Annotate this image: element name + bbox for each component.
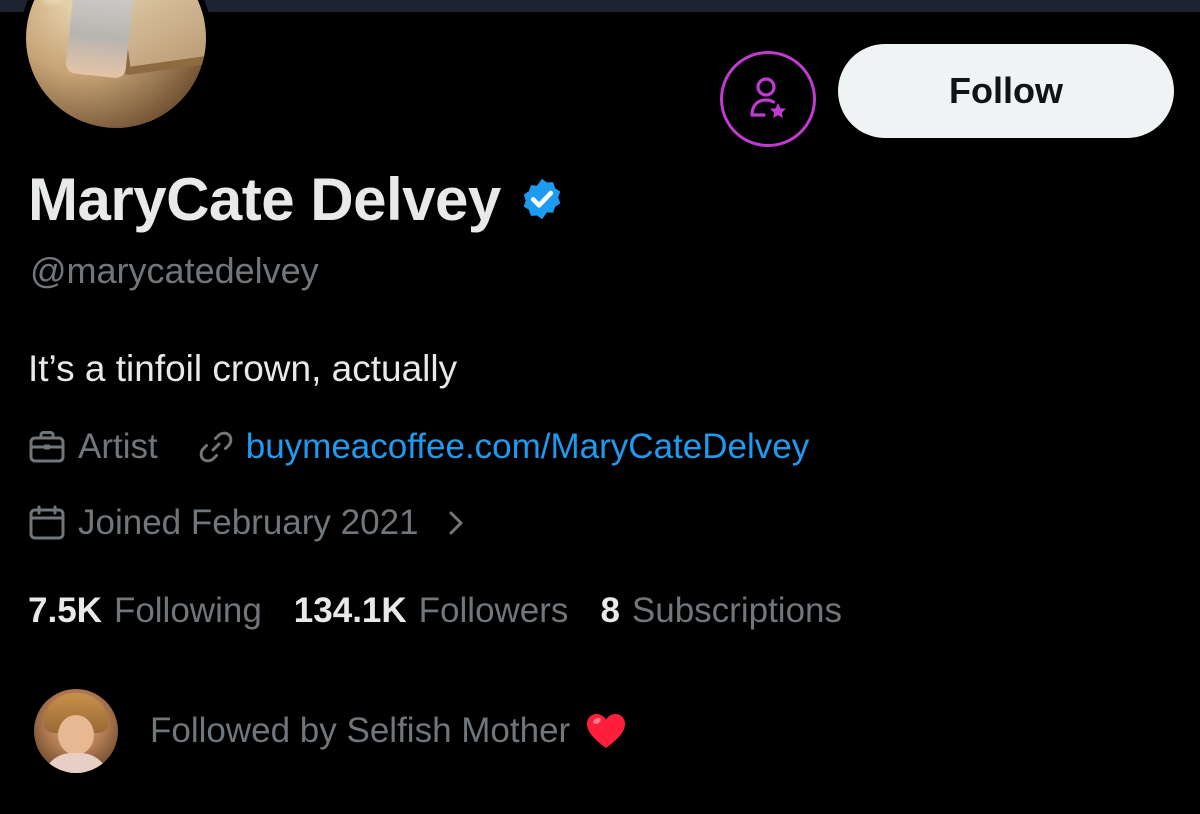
display-name-row: MaryCate Delvey	[28, 165, 565, 233]
link-icon	[199, 431, 233, 463]
profile-joined[interactable]: Joined February 2021	[28, 503, 465, 543]
heart-icon	[587, 714, 626, 748]
follower-avatar-shirt	[42, 753, 110, 773]
subscriptions-stat[interactable]: 8 Subscriptions	[600, 591, 842, 631]
person-star-icon	[750, 77, 786, 118]
subscriptions-count: 8	[600, 591, 620, 630]
website-link[interactable]: buymeacoffee.com/MaryCateDelvey	[246, 427, 810, 467]
profile-meta-row: Artist buymeacoffee.com/MaryCateDelvey	[28, 424, 809, 470]
followers-label: Followers	[418, 591, 569, 630]
profile-avatar[interactable]	[20, 0, 212, 134]
briefcase-icon	[29, 431, 65, 463]
profile-website[interactable]: buymeacoffee.com/MaryCateDelvey	[198, 427, 810, 467]
profile-bio: It’s a tinfoil crown, actually	[28, 348, 458, 389]
profile-category: Artist	[28, 427, 158, 467]
followed-by-label: Followed by Selfish Mother	[150, 711, 571, 750]
calendar-icon	[29, 505, 65, 540]
verified-badge-icon[interactable]	[519, 176, 565, 222]
category-label: Artist	[78, 427, 158, 466]
profile-joined-row[interactable]: Joined February 2021	[28, 500, 465, 546]
followed-by-text[interactable]: Followed by Selfish Mother	[150, 711, 628, 751]
avatar-photo-light	[32, 0, 72, 8]
avatar-photo-person	[65, 0, 135, 79]
joined-date: Joined February 2021	[78, 503, 419, 542]
follower-avatar-face	[58, 715, 94, 755]
chevron-right-icon	[449, 511, 462, 535]
following-label: Following	[113, 591, 262, 630]
followers-count: 134.1K	[293, 591, 407, 630]
profile-stats: 7.5K Following 134.1K Followers 8 Subscr…	[28, 588, 842, 634]
profile-handle: @marycatedelvey	[30, 250, 319, 291]
follow-button[interactable]: Follow	[838, 44, 1174, 138]
subscribe-button[interactable]	[720, 51, 816, 147]
followers-stat[interactable]: 134.1K Followers	[294, 591, 569, 631]
follower-avatar[interactable]	[34, 689, 118, 773]
subscriptions-label: Subscriptions	[631, 591, 843, 630]
following-stat[interactable]: 7.5K Following	[28, 591, 262, 631]
following-count: 7.5K	[28, 591, 102, 630]
display-name: MaryCate Delvey	[28, 165, 501, 233]
followed-by-row[interactable]: Followed by Selfish Mother	[34, 688, 628, 774]
profile-header: Follow MaryCate Delvey @marycatedelvey I…	[0, 0, 1200, 814]
